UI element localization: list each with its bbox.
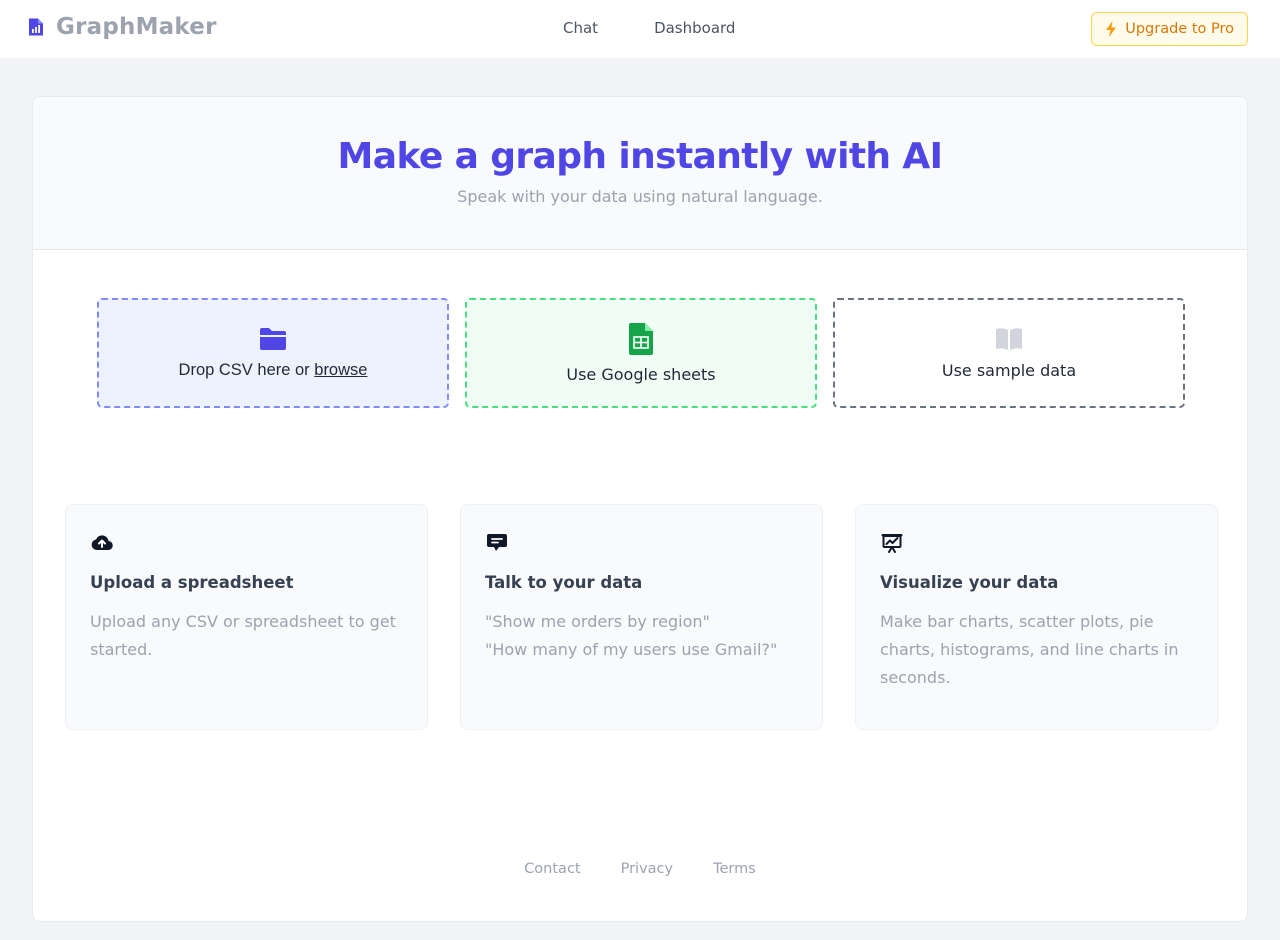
csv-dropzone-label: Drop CSV here or browse xyxy=(179,361,368,380)
feature-title: Upload a spreadsheet xyxy=(90,573,294,592)
feature-cards: Upload a spreadsheet Upload any CSV or s… xyxy=(65,504,1218,730)
google-sheets-label: Use Google sheets xyxy=(566,364,716,384)
feature-description-line: charts, histograms, and line charts in xyxy=(880,640,1179,659)
google-sheets-icon xyxy=(629,322,653,355)
chat-bubble-icon xyxy=(487,534,507,551)
feature-description-line: "How many of my users use Gmail?" xyxy=(485,640,778,659)
upgrade-label: Upgrade to Pro xyxy=(1125,21,1234,37)
feature-description: Make bar charts, scatter plots, pie char… xyxy=(880,608,1193,692)
feature-description-line: Upload any CSV or spreadsheet to get xyxy=(90,612,396,631)
feature-description: "Show me orders by region" "How many of … xyxy=(485,608,798,664)
feature-description-line: Make bar charts, scatter plots, pie xyxy=(880,612,1154,631)
hero: Make a graph instantly with AI Speak wit… xyxy=(33,97,1247,250)
footer-privacy-link[interactable]: Privacy xyxy=(621,861,674,877)
data-source-options: Drop CSV here or browse Use Google sheet… xyxy=(97,298,1185,408)
feature-card-talk: Talk to your data "Show me orders by reg… xyxy=(460,504,823,730)
feature-description-line: seconds. xyxy=(880,668,951,687)
feature-card-visualize: Visualize your data Make bar charts, sca… xyxy=(855,504,1218,730)
cloud-upload-icon xyxy=(91,535,113,551)
browse-link[interactable]: browse xyxy=(314,361,367,379)
feature-description: Upload any CSV or spreadsheet to get sta… xyxy=(90,608,403,664)
feature-description-line: started. xyxy=(90,640,153,659)
presentation-chart-icon xyxy=(881,534,903,553)
sample-data-option[interactable]: Use sample data xyxy=(833,298,1185,408)
footer-contact-link[interactable]: Contact xyxy=(524,861,580,877)
brand-logo-icon xyxy=(29,18,43,36)
upgrade-button[interactable]: Upgrade to Pro xyxy=(1091,12,1248,46)
csv-dropzone-text: Drop CSV here or xyxy=(178,360,315,379)
lightning-icon xyxy=(1106,21,1117,37)
nav-dashboard[interactable]: Dashboard xyxy=(654,19,735,37)
csv-dropzone[interactable]: Drop CSV here or browse xyxy=(97,298,449,408)
nav-chat[interactable]: Chat xyxy=(563,19,598,37)
footer-links: Contact Privacy Terms xyxy=(33,861,1247,877)
page-title: Make a graph instantly with AI xyxy=(337,136,944,177)
main-card: Make a graph instantly with AI Speak wit… xyxy=(32,96,1248,922)
google-sheets-option[interactable]: Use Google sheets xyxy=(465,298,817,408)
page-subtitle: Speak with your data using natural langu… xyxy=(457,187,823,206)
sample-data-label: Use sample data xyxy=(941,360,1077,380)
feature-title: Talk to your data xyxy=(485,573,643,592)
brand-name: GraphMaker xyxy=(56,14,217,40)
feature-description-line: "Show me orders by region" xyxy=(485,612,710,631)
brand[interactable]: GraphMaker xyxy=(26,14,217,40)
feature-title: Visualize your data xyxy=(880,573,1059,592)
feature-card-upload: Upload a spreadsheet Upload any CSV or s… xyxy=(65,504,428,730)
book-icon xyxy=(996,327,1022,350)
footer-terms-link[interactable]: Terms xyxy=(713,861,756,877)
top-navbar: GraphMaker Chat Dashboard Upgrade to Pro xyxy=(0,0,1280,59)
main-nav: Chat Dashboard xyxy=(563,19,735,37)
folder-icon xyxy=(260,327,286,350)
